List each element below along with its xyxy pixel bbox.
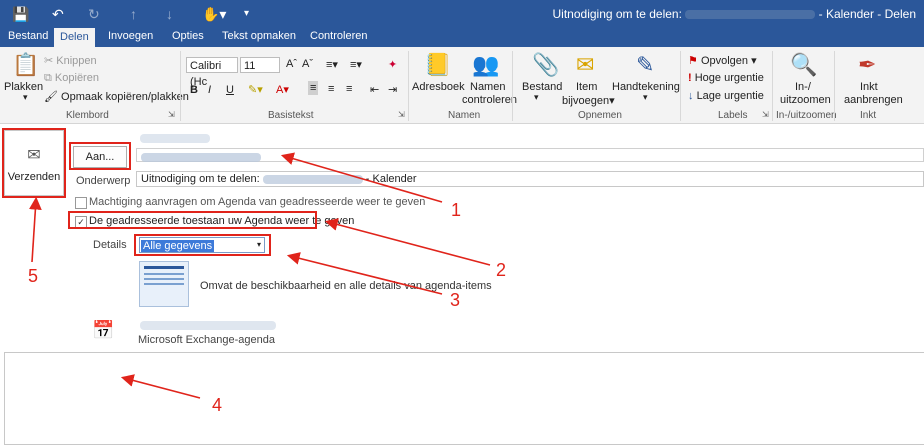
- annotation-number-5: 5: [28, 266, 39, 286]
- annotation-number-2: 2: [496, 260, 507, 280]
- arrow-1: [280, 152, 443, 203]
- annotation-number-3: 3: [450, 290, 461, 310]
- annotation-number-4: 4: [212, 395, 223, 415]
- annotation-arrows: [28, 152, 491, 399]
- annotation-number-1: 1: [451, 200, 462, 220]
- arrow-3: [286, 252, 443, 295]
- arrow-4: [120, 374, 201, 399]
- arrow-2: [324, 218, 491, 266]
- arrow-5: [28, 196, 42, 263]
